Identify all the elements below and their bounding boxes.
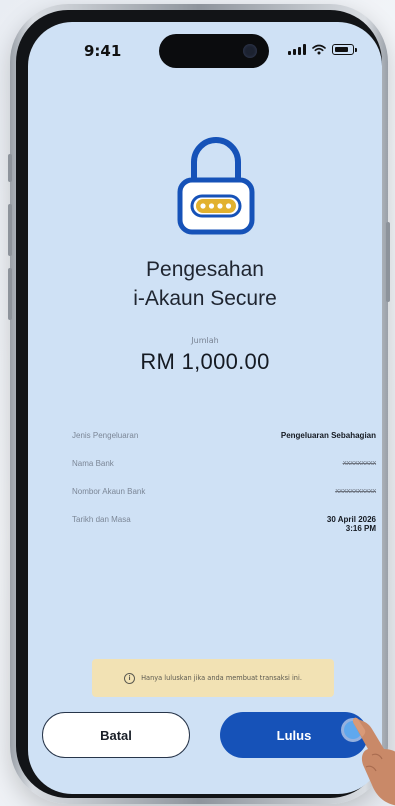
page-title-line2: i-Akaun Secure	[133, 287, 277, 310]
power-button	[386, 222, 390, 302]
phone-screen: 9:41 Pengesahan i-Akaun Secure Jumlah RM…	[28, 22, 382, 794]
dynamic-island	[159, 34, 269, 68]
detail-row-nombor-akaun: Nombor Akaun Bank xxxxxxxxxxx	[72, 487, 376, 496]
detail-label: Nama Bank	[72, 459, 114, 468]
padlock-icon	[177, 137, 255, 235]
date-value: 30 April 2026	[326, 515, 376, 524]
detail-value: Pengeluaran Sebahagian	[280, 431, 376, 440]
detail-label: Jenis Pengeluaran	[72, 431, 139, 440]
status-time: 9:41	[84, 42, 122, 60]
detail-row-tarikh-masa: Tarikh dan Masa 30 April 2026 3:16 PM	[72, 515, 376, 533]
notice-text: Hanya luluskan jika anda membuat transak…	[141, 674, 302, 682]
masked-value: xxxxxxxxx	[342, 459, 377, 467]
camera-icon	[243, 44, 257, 58]
amount-value: RM 1,000.00	[140, 349, 270, 374]
volume-down-button	[8, 268, 12, 320]
signal-icon	[288, 44, 306, 55]
status-bar: 9:41	[28, 22, 382, 76]
mute-switch	[8, 154, 12, 182]
phone-frame: 9:41 Pengesahan i-Akaun Secure Jumlah RM…	[8, 4, 390, 804]
pointing-hand-icon	[352, 717, 395, 806]
detail-value-datetime: 30 April 2026 3:16 PM	[327, 515, 376, 533]
detail-row-nama-bank: Nama Bank xxxxxxxxx	[72, 459, 377, 468]
volume-up-button	[8, 204, 12, 256]
status-icons	[288, 44, 357, 55]
page-title-line1: Pengesahan	[146, 258, 264, 281]
wifi-icon	[312, 44, 326, 55]
info-icon: i	[124, 672, 136, 684]
detail-label: Tarikh dan Masa	[72, 515, 131, 524]
detail-row-jenis-pengeluaran: Jenis Pengeluaran Pengeluaran Sebahagian	[72, 431, 376, 440]
cancel-button[interactable]: Batal	[42, 712, 190, 758]
amount-label: Jumlah	[191, 336, 219, 345]
time-value: 3:16 PM	[345, 524, 376, 533]
masked-value: xxxxxxxxxxx	[335, 487, 376, 495]
battery-icon	[332, 44, 357, 55]
notice-banner: i Hanya luluskan jika anda membuat trans…	[92, 659, 334, 697]
detail-label: Nombor Akaun Bank	[72, 487, 146, 496]
